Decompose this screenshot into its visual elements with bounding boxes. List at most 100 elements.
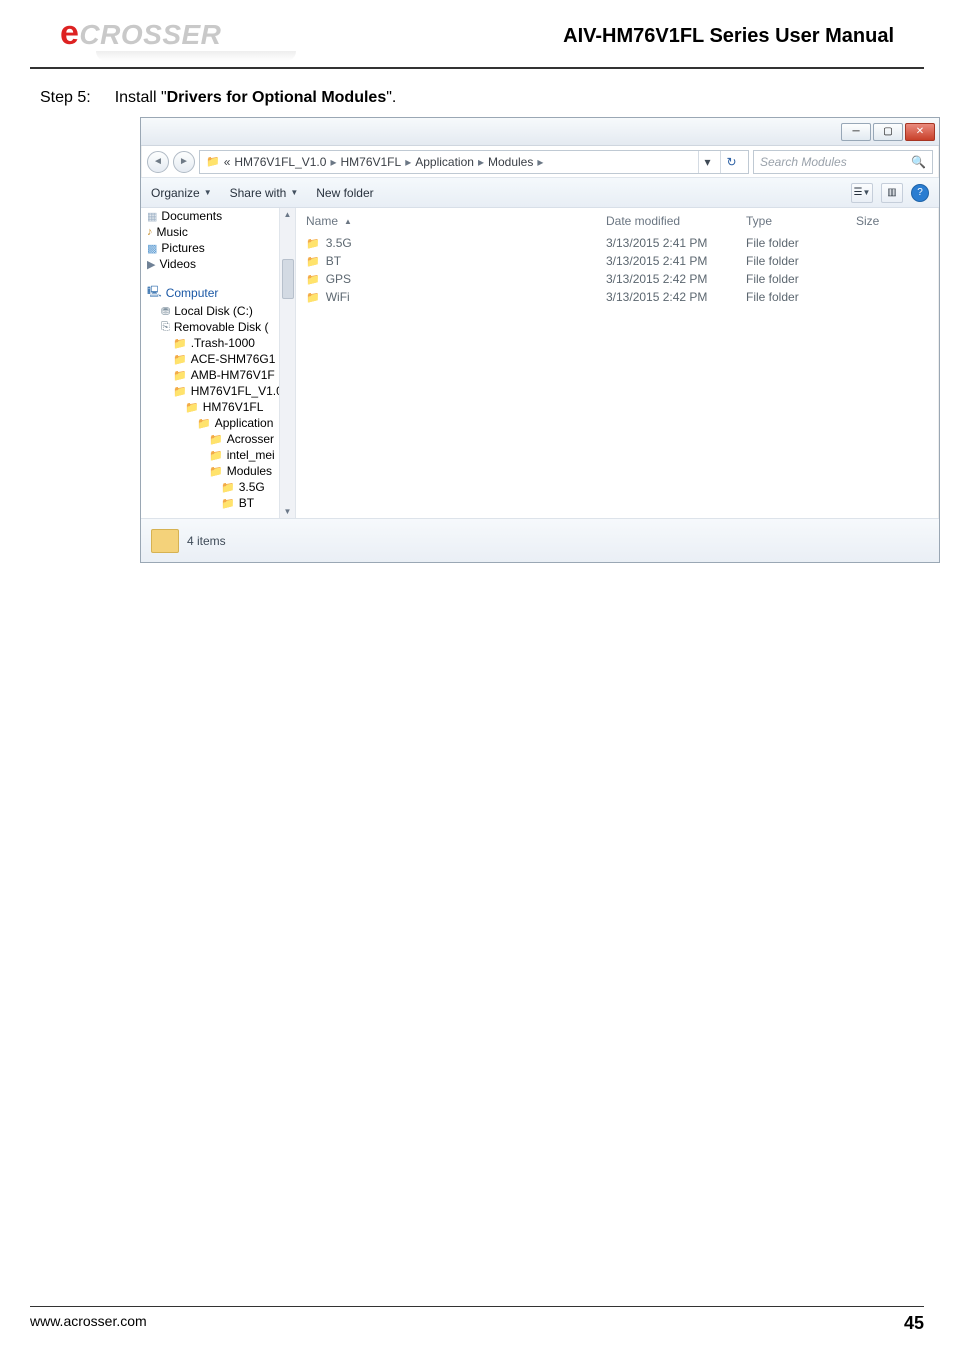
- folder-icon: 📁: [306, 273, 320, 286]
- breadcrumb-part-2[interactable]: Application: [415, 155, 474, 169]
- search-icon: 🔍: [911, 155, 926, 169]
- col-type[interactable]: Type: [746, 214, 856, 228]
- folder-icon: 📁: [173, 353, 187, 366]
- nav-tree[interactable]: ▦Documents ♪Music ▩Pictures ▶Videos 🖳Com…: [141, 208, 296, 518]
- close-button[interactable]: ✕: [905, 123, 935, 141]
- scroll-thumb[interactable]: [282, 259, 294, 299]
- pictures-icon: ▩: [147, 242, 157, 255]
- logo-text: CROSSER: [79, 19, 221, 51]
- view-options-button[interactable]: ☰▼: [851, 183, 873, 203]
- col-size[interactable]: Size: [856, 214, 916, 228]
- document-icon: ▦: [147, 210, 157, 223]
- tree-item[interactable]: 📁Application: [147, 415, 295, 431]
- chevron-down-icon: ▼: [290, 188, 298, 197]
- folder-icon: 📁: [306, 237, 320, 250]
- column-headers[interactable]: Name ▲ Date modified Type Size: [306, 212, 929, 234]
- chevron-right-icon: ▸: [478, 155, 484, 169]
- file-row[interactable]: 📁3.5G 3/13/2015 2:41 PM File folder: [306, 234, 929, 252]
- tree-item[interactable]: 📁Acrosser: [147, 431, 295, 447]
- tree-item[interactable]: 📁.Trash-1000: [147, 335, 295, 351]
- step-text-after: ".: [386, 89, 396, 106]
- videos-icon: ▶: [147, 258, 155, 271]
- col-date[interactable]: Date modified: [606, 214, 746, 228]
- logo-shadow: [96, 51, 296, 61]
- status-text: 4 items: [187, 534, 226, 548]
- tree-item[interactable]: 📁3.5G: [147, 479, 295, 495]
- page-footer: www.acrosser.com 45: [30, 1306, 924, 1334]
- step-label: Step 5:: [40, 89, 91, 107]
- chevron-right-icon: ▸: [330, 155, 336, 169]
- folder-icon: 📁: [209, 465, 223, 478]
- share-menu[interactable]: Share with ▼: [230, 186, 299, 200]
- tree-computer[interactable]: 🖳Computer: [147, 282, 295, 303]
- back-button[interactable]: ◄: [147, 151, 169, 173]
- file-row[interactable]: 📁WiFi 3/13/2015 2:42 PM File folder: [306, 288, 929, 306]
- tree-item[interactable]: 📁HM76V1FL_V1.0: [147, 383, 295, 399]
- page-number: 45: [904, 1313, 924, 1334]
- folder-icon: [151, 529, 179, 553]
- scroll-down-icon[interactable]: ▼: [284, 507, 292, 516]
- title-bar: ─ ▢ ✕: [141, 118, 939, 146]
- help-button[interactable]: ?: [911, 184, 929, 202]
- tree-documents[interactable]: ▦Documents: [147, 208, 295, 224]
- tree-pictures[interactable]: ▩Pictures: [147, 240, 295, 256]
- breadcrumb-dropdown[interactable]: ▾: [698, 151, 716, 173]
- search-input[interactable]: Search Modules 🔍: [753, 150, 933, 174]
- folder-icon: 📁: [221, 497, 235, 510]
- new-folder-button[interactable]: New folder: [316, 186, 373, 200]
- tree-local-disk[interactable]: ⛃Local Disk (C:): [147, 303, 295, 319]
- music-icon: ♪: [147, 226, 153, 238]
- scroll-up-icon[interactable]: ▲: [284, 210, 292, 219]
- logo: e CROSSER: [60, 12, 296, 61]
- tree-item[interactable]: 📁AMB-HM76V1F: [147, 367, 295, 383]
- new-folder-label: New folder: [316, 186, 373, 200]
- status-bar: 4 items: [141, 518, 939, 562]
- folder-icon: 📁: [209, 449, 223, 462]
- tree-item[interactable]: 📁BT: [147, 495, 295, 511]
- tree-removable-disk[interactable]: ⎘Removable Disk (: [147, 319, 295, 335]
- folder-icon: 📁: [206, 155, 220, 168]
- tree-item[interactable]: 📁ACE-SHM76G1: [147, 351, 295, 367]
- explorer-window: ─ ▢ ✕ ◄ ► 📁 « HM76V1FL_V1.0 ▸ HM76V1FL ▸…: [140, 117, 940, 563]
- chevron-down-icon: ▼: [204, 188, 212, 197]
- page-header: e CROSSER AIV-HM76V1FL Series User Manua…: [30, 0, 924, 69]
- step-bold: Drivers for Optional Modules: [167, 89, 387, 106]
- file-row[interactable]: 📁BT 3/13/2015 2:41 PM File folder: [306, 252, 929, 270]
- tree-item[interactable]: 📁Modules: [147, 463, 295, 479]
- manual-title: AIV-HM76V1FL Series User Manual: [563, 25, 894, 48]
- refresh-button[interactable]: ↻: [720, 151, 742, 173]
- forward-button[interactable]: ►: [173, 151, 195, 173]
- logo-e: e: [60, 14, 79, 53]
- tree-item[interactable]: 📁intel_mei: [147, 447, 295, 463]
- tree-music[interactable]: ♪Music: [147, 224, 295, 240]
- preview-pane-button[interactable]: ▥: [881, 183, 903, 203]
- share-label: Share with: [230, 186, 287, 200]
- chevron-down-icon: ▼: [863, 188, 871, 197]
- drive-icon: ⛃: [161, 305, 170, 318]
- sort-asc-icon: ▲: [344, 217, 352, 226]
- file-row[interactable]: 📁GPS 3/13/2015 2:42 PM File folder: [306, 270, 929, 288]
- maximize-button[interactable]: ▢: [873, 123, 903, 141]
- explorer-body: ▦Documents ♪Music ▩Pictures ▶Videos 🖳Com…: [141, 208, 939, 518]
- tree-item-selected[interactable]: 📁HM76V1FL: [147, 399, 295, 415]
- file-list: Name ▲ Date modified Type Size 📁3.5G 3/13…: [296, 208, 939, 518]
- breadcrumb-part-0[interactable]: HM76V1FL_V1.0: [234, 155, 326, 169]
- step-text-before: Install ": [115, 89, 167, 106]
- chevron-right-icon: ▸: [537, 155, 543, 169]
- folder-icon: 📁: [185, 401, 199, 414]
- step-row: Step 5: Install "Drivers for Optional Mo…: [40, 89, 914, 107]
- chevron-right-icon: ▸: [405, 155, 411, 169]
- folder-icon: 📁: [173, 385, 187, 398]
- folder-icon: 📁: [209, 433, 223, 446]
- tree-scrollbar[interactable]: ▲ ▼: [279, 208, 295, 518]
- breadcrumb[interactable]: 📁 « HM76V1FL_V1.0 ▸ HM76V1FL ▸ Applicati…: [199, 150, 749, 174]
- minimize-button[interactable]: ─: [841, 123, 871, 141]
- folder-icon: 📁: [306, 255, 320, 268]
- breadcrumb-part-3[interactable]: Modules: [488, 155, 533, 169]
- col-name[interactable]: Name: [306, 214, 338, 228]
- search-placeholder: Search Modules: [760, 155, 911, 169]
- toolbar: Organize ▼ Share with ▼ New folder ☰▼ ▥ …: [141, 178, 939, 208]
- organize-menu[interactable]: Organize ▼: [151, 186, 212, 200]
- breadcrumb-part-1[interactable]: HM76V1FL: [340, 155, 401, 169]
- tree-videos[interactable]: ▶Videos: [147, 256, 295, 272]
